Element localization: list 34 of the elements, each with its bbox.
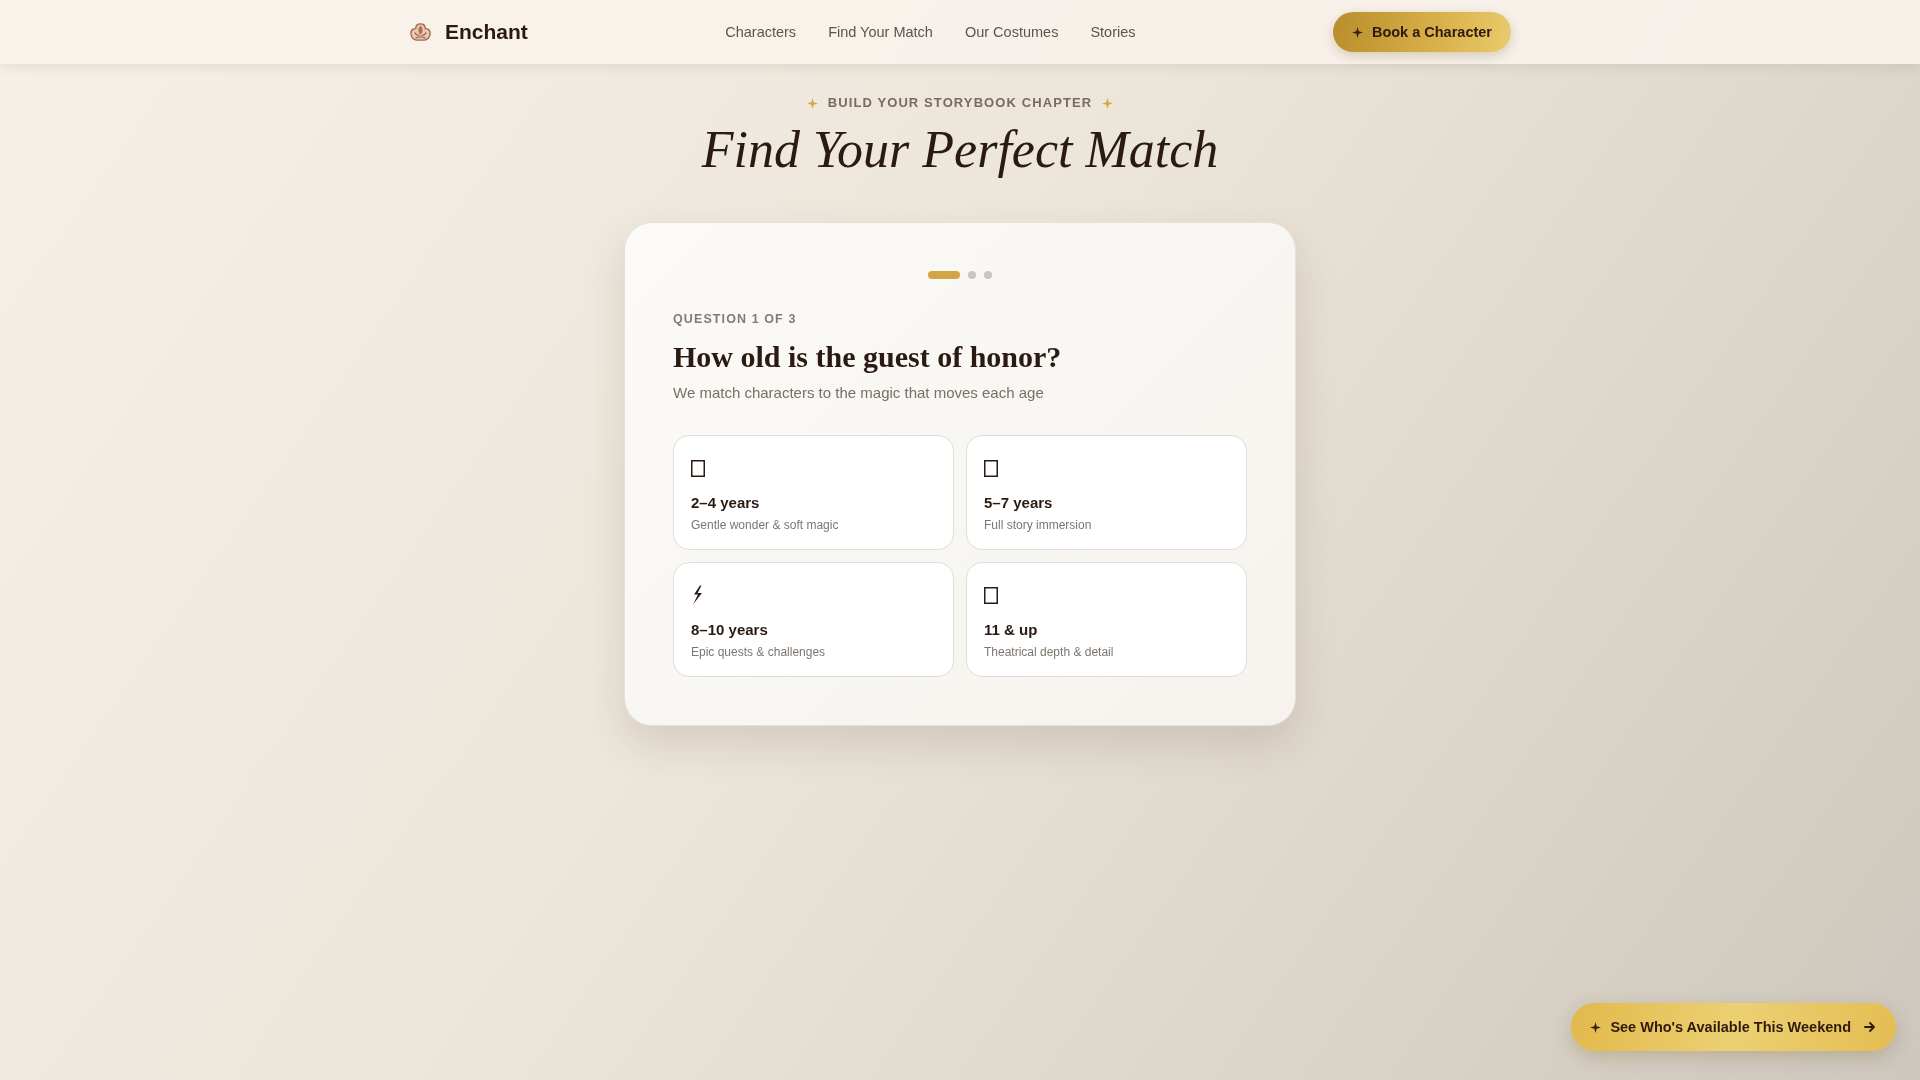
age-option-card[interactable]: 11 & up Theatrical depth & detail xyxy=(966,562,1247,677)
option-description: Theatrical depth & detail xyxy=(984,644,1114,660)
option-description: Full story immersion xyxy=(984,517,1092,533)
age-option-card[interactable]: 8–10 years Epic quests & challenges xyxy=(673,562,954,677)
option-label: 8–10 years xyxy=(691,620,768,640)
ornament-logo-icon xyxy=(409,20,432,44)
question-subtitle: We match characters to the magic that moves each age xyxy=(673,383,1045,403)
option-description: Epic quests & challenges xyxy=(691,644,826,660)
age-option-card[interactable]: 5–7 years Full story immersion xyxy=(966,435,1247,550)
question-counter: QUESTION 1 OF 3 xyxy=(673,311,798,327)
book-character-button[interactable]: Book a Character xyxy=(1332,12,1511,52)
option-label: 11 & up xyxy=(984,620,1038,640)
brand-name: Enchant xyxy=(445,20,528,44)
lightning-icon xyxy=(691,585,703,605)
glyph-box-icon xyxy=(984,586,998,604)
glyph-box-icon xyxy=(691,459,705,477)
sparkle-icon xyxy=(1351,26,1363,38)
question-heading: How old is the guest of honor? xyxy=(673,339,1063,375)
nav-link[interactable]: Characters xyxy=(725,24,797,40)
availability-button[interactable]: See Who's Available This Weekend xyxy=(1571,1003,1896,1051)
page-title: Find Your Perfect Match xyxy=(701,120,1219,180)
arrow-right-icon xyxy=(1864,1021,1876,1033)
sparkle-icon xyxy=(1590,1021,1602,1033)
sparkle-icon xyxy=(806,97,818,109)
nav-link[interactable]: Stories xyxy=(1090,24,1136,40)
age-option-card[interactable]: 2–4 years Gentle wonder & soft magic xyxy=(673,435,954,550)
nav-link[interactable]: Our Costumes xyxy=(964,24,1059,40)
option-label: 5–7 years xyxy=(984,493,1053,513)
nav-link[interactable]: Find Your Match xyxy=(828,24,933,40)
eyebrow-text: BUILD YOUR STORYBOOK CHAPTER xyxy=(827,95,1093,111)
option-description: Gentle wonder & soft magic xyxy=(691,517,839,533)
sparkle-icon xyxy=(1102,97,1114,109)
option-label: 2–4 years xyxy=(691,493,760,513)
glyph-box-icon xyxy=(984,459,998,477)
